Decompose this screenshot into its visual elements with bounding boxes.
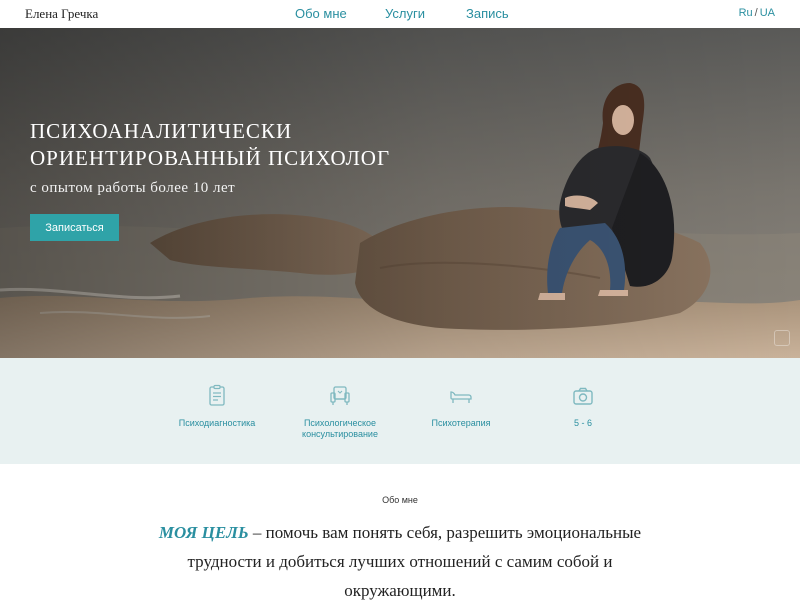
hero-subtitle: с опытом работы более 10 лет: [30, 180, 236, 196]
service-label: 5 - 6: [573, 418, 592, 428]
service-psychodiagnostics[interactable]: Психодиагностика: [162, 384, 272, 429]
service-label: Психодиагностика: [178, 418, 256, 428]
services-strip: Психодиагностика Психологическое консуль…: [0, 358, 800, 464]
hero-title-line2: ОРИЕНТИРОВАННЫЙ ПСИХОЛОГ: [30, 146, 391, 170]
lang-ua-link[interactable]: UA: [760, 7, 775, 19]
nav-about-link[interactable]: Обо мне: [295, 6, 347, 21]
hero-banner: ПСИХОАНАЛИТИЧЕСКИ ОРИЕНТИРОВАННЫЙ ПСИХОЛ…: [0, 28, 800, 358]
armchair-icon: [330, 386, 350, 405]
hero-title-line1: ПСИХОАНАЛИТИЧЕСКИ: [30, 119, 293, 143]
main-nav: Обо мне Услуги Запись: [0, 6, 800, 22]
couch-icon: [450, 391, 472, 403]
chat-widget-icon[interactable]: [774, 330, 790, 346]
hero-title: ПСИХОАНАЛИТИЧЕСКИ ОРИЕНТИРОВАННЫЙ ПСИХОЛ…: [30, 118, 390, 172]
clipboard-icon: [209, 384, 225, 406]
book-appointment-button[interactable]: Записаться: [30, 214, 119, 241]
top-navbar: Елена Гречка Обо мне Услуги Запись Ru / UA: [0, 0, 800, 28]
service-counseling[interactable]: Психологическое консультирование: [285, 384, 395, 440]
nav-services-link[interactable]: Услуги: [385, 6, 425, 21]
lang-ru-link[interactable]: Ru: [739, 7, 753, 19]
mission-text: – помочь вам понять себя, разрешить эмоц…: [187, 523, 642, 600]
nav-booking-link[interactable]: Запись: [466, 6, 509, 21]
lang-separator: /: [754, 7, 758, 19]
service-psychotherapy[interactable]: Психотерапия: [406, 384, 516, 429]
about-section-label: Обо мне: [382, 495, 418, 505]
mission-statement: МОЯ ЦЕЛЬ – помочь вам понять себя, разре…: [140, 518, 660, 605]
service-5-6[interactable]: 5 - 6: [528, 384, 638, 429]
mission-accent: МОЯ ЦЕЛЬ: [158, 523, 249, 542]
service-label: Психологическое консультирование: [302, 418, 378, 439]
service-label: Психотерапия: [431, 418, 491, 428]
camera-icon: [573, 387, 593, 405]
language-switcher: Ru / UA: [739, 7, 775, 19]
